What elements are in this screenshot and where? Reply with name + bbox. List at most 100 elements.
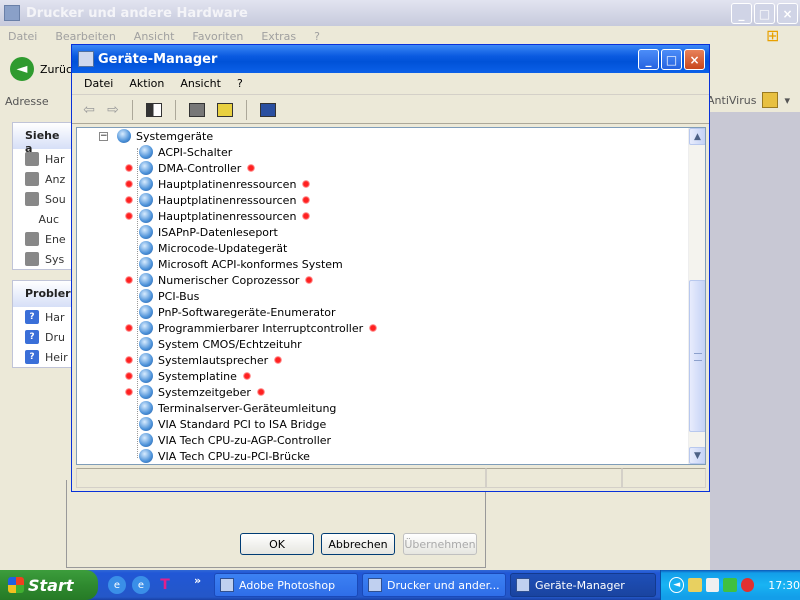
red-marker	[256, 388, 265, 396]
device-item[interactable]: System CMOS/Echtzeituhr	[77, 336, 677, 352]
menu-datei[interactable]: Datei	[84, 77, 113, 90]
apply-button[interactable]: Übernehmen	[403, 533, 477, 555]
ok-button[interactable]: OK	[240, 533, 314, 555]
device-label: Numerischer Coprozessor	[158, 273, 300, 287]
red-marker	[125, 196, 133, 204]
chevron-left-icon[interactable]: ◄	[669, 577, 685, 593]
forward-arrow-icon[interactable]: ⇨	[104, 101, 122, 119]
device-item[interactable]: Hauptplatinenressourcen	[77, 192, 677, 208]
device-label: Microcode-Updategerät	[158, 241, 288, 255]
device-item[interactable]: PnP-Softwaregeräte-Enumerator	[77, 304, 677, 320]
bg-minimize-button[interactable]: _	[731, 3, 752, 24]
device-item[interactable]: ACPI-Schalter	[77, 144, 677, 160]
device-item[interactable]: Microsoft ACPI-konformes System	[77, 256, 677, 272]
maximize-button[interactable]: □	[661, 49, 682, 70]
sound-icon	[25, 192, 39, 206]
status-light-tray-icon[interactable]	[723, 578, 737, 592]
scroll-up-button[interactable]: ▲	[689, 128, 705, 145]
bg-menu-extras[interactable]: Extras	[261, 30, 296, 43]
photoshop-icon	[220, 578, 234, 592]
telekom-icon[interactable]: T	[156, 576, 174, 594]
chevron-down-icon[interactable]: ▾	[784, 94, 790, 107]
device-item[interactable]: Hauptplatinenressourcen	[77, 176, 677, 192]
task-device-manager[interactable]: Geräte-Manager	[510, 573, 656, 597]
device-item[interactable]: Numerischer Coprozessor	[77, 272, 677, 288]
print-icon[interactable]	[186, 100, 208, 120]
menu-help[interactable]: ?	[237, 77, 243, 90]
device-item[interactable]: Terminalserver-Geräteumleitung	[77, 400, 677, 416]
device-item[interactable]: Hauptplatinenressourcen	[77, 208, 677, 224]
bg-maximize-button[interactable]: □	[754, 3, 775, 24]
bg-menu-help[interactable]: ?	[314, 30, 320, 43]
device-item[interactable]: VIA Tech CPU-zu-PCI-Brücke	[77, 448, 677, 464]
bg-menu-ansicht[interactable]: Ansicht	[134, 30, 175, 43]
see-also-item[interactable]: Har	[13, 149, 71, 169]
bg-menu-favoriten[interactable]: Favoriten	[192, 30, 243, 43]
scroll-down-button[interactable]: ▼	[689, 447, 705, 464]
device-item[interactable]: VIA Tech CPU-zu-AGP-Controller	[77, 432, 677, 448]
antivirus-label[interactable]: AntiVirus	[707, 94, 756, 107]
see-also-item[interactable]: Sys	[13, 249, 71, 269]
see-also-item[interactable]: Ene	[13, 229, 71, 249]
task-pane: Siehe a Har Anz Sou Auc Ene Sys Probler …	[12, 122, 72, 522]
see-also-item[interactable]: Anz	[13, 169, 71, 189]
minimize-button[interactable]: _	[638, 49, 659, 70]
scrollbar-thumb[interactable]	[689, 280, 705, 432]
antivirus-icon[interactable]	[762, 92, 779, 108]
bg-menu-datei[interactable]: Datei	[8, 30, 37, 43]
device-item[interactable]: Programmierbarer Interruptcontroller	[77, 320, 677, 336]
device-tree[interactable]: − Systemgeräte ACPI-Schalter DMA-Controll…	[76, 127, 706, 465]
start-button[interactable]: Start	[0, 570, 98, 600]
antivirus-area: AntiVirus ▾	[707, 92, 790, 108]
device-item[interactable]: VIA Standard PCI to ISA Bridge	[77, 416, 677, 432]
device-label: VIA Standard PCI to ISA Bridge	[158, 417, 327, 431]
tree-category-systemgeraete[interactable]: − Systemgeräte	[77, 128, 677, 144]
back-arrow-icon[interactable]: ⇦	[80, 101, 98, 119]
device-item[interactable]: Systemlautsprecher	[77, 352, 677, 368]
device-icon	[139, 385, 153, 399]
device-label: VIA Tech CPU-zu-PCI-Brücke	[158, 449, 310, 463]
bg-menu-bearbeiten[interactable]: Bearbeiten	[55, 30, 115, 43]
task-drucker[interactable]: Drucker und ander...	[362, 573, 506, 597]
security-tray-icon[interactable]	[740, 578, 755, 592]
device-manager-toolbar: ⇦ ⇨	[72, 96, 709, 124]
back-arrow-icon[interactable]: ◄	[10, 57, 34, 81]
problems-item[interactable]: ? Har	[13, 307, 71, 327]
vertical-scrollbar[interactable]: ▲ ▼	[688, 128, 705, 464]
device-item[interactable]: DMA-Controller	[77, 160, 677, 176]
network-tray-icon[interactable]	[705, 578, 720, 592]
scan-hardware-icon[interactable]	[257, 100, 279, 120]
show-hide-console-tree-icon[interactable]	[143, 100, 165, 120]
device-label: ISAPnP-Datenleseport	[158, 225, 278, 239]
task-photoshop[interactable]: Adobe Photoshop	[214, 573, 358, 597]
close-button[interactable]: ×	[684, 49, 705, 70]
cancel-button[interactable]: Abbrechen	[321, 533, 395, 555]
device-icon	[139, 273, 153, 287]
internet-explorer-icon[interactable]: e	[132, 576, 150, 594]
menu-aktion[interactable]: Aktion	[129, 77, 164, 90]
device-item[interactable]: Systemplatine	[77, 368, 677, 384]
collapse-icon[interactable]: −	[99, 132, 108, 141]
device-item[interactable]: PCI-Bus	[77, 288, 677, 304]
device-icon	[139, 433, 153, 447]
see-also-item[interactable]: Sou	[13, 189, 71, 209]
device-icon	[139, 193, 153, 207]
device-item[interactable]: ISAPnP-Datenleseport	[77, 224, 677, 240]
device-manager-icon	[516, 578, 530, 592]
quick-launch-more[interactable]: »	[194, 574, 201, 587]
device-item[interactable]: Systemzeitgeber	[77, 384, 677, 400]
help-icon: ?	[25, 310, 39, 324]
antivirus-tray-icon[interactable]	[688, 578, 702, 592]
device-icon	[139, 401, 153, 415]
problems-item[interactable]: ? Heir	[13, 347, 71, 367]
device-item[interactable]: Microcode-Updategerät	[77, 240, 677, 256]
browser-icon[interactable]: e	[108, 576, 126, 594]
see-also-item-continued[interactable]: Auc	[13, 209, 71, 229]
menu-ansicht[interactable]: Ansicht	[180, 77, 221, 90]
device-label: Hauptplatinenressourcen	[158, 209, 297, 223]
help-icon[interactable]	[214, 100, 236, 120]
bg-close-button[interactable]: ×	[777, 3, 798, 24]
background-window-titlebar: Drucker und andere Hardware _ □ ×	[0, 0, 800, 26]
problems-item[interactable]: ? Dru	[13, 327, 71, 347]
problems-box: Probler ? Har ? Dru ? Heir	[12, 280, 72, 368]
